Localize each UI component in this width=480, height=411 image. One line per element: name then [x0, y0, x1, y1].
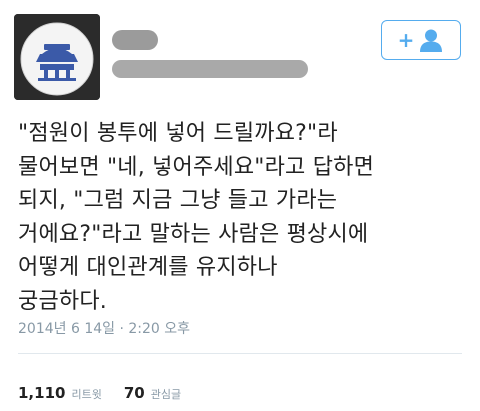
retweet-count: 1,110 — [18, 384, 66, 402]
retweet-stat[interactable]: 1,110 리트윗 — [18, 384, 102, 402]
add-user-icon — [420, 29, 443, 52]
display-name-redacted — [112, 30, 158, 50]
like-stat[interactable]: 70 관심글 — [124, 384, 181, 402]
plus-icon: + — [397, 28, 415, 52]
avatar[interactable] — [14, 14, 100, 100]
follow-button[interactable]: + — [381, 20, 461, 60]
tweet-line: 어떻게 대인관계를 유지하나 — [18, 255, 278, 280]
tweet-line: 거에요?"라고 말하는 사람은 평상시에 — [18, 221, 369, 247]
tweet-line: 궁금하다. — [18, 288, 107, 314]
tweet-text: "점원이 봉투에 넣어 드릴까요?"라 물어보면 "네, 넣어주세요"라고 답하… — [18, 117, 468, 318]
tweet-line: 되지, "그럼 지금 그냥 들고 가라는 — [18, 188, 338, 213]
tweet-timestamp[interactable]: 2014년 6 14일 · 2:20 오후 — [18, 318, 190, 338]
like-label: 관심글 — [150, 388, 182, 401]
like-count: 70 — [123, 384, 145, 402]
avatar-image — [14, 14, 100, 100]
retweet-label: 리트윗 — [71, 388, 102, 401]
tweet-line: 물어보면 "네, 넣어주세요"라고 답하면 — [18, 154, 375, 180]
divider — [18, 353, 462, 354]
user-info — [112, 30, 308, 78]
handle-redacted — [112, 60, 308, 78]
tweet-stats: 1,110 리트윗 70 관심글 — [18, 384, 181, 402]
tweet-line: "점원이 봉투에 넣어 드릴까요?"라 — [18, 121, 338, 146]
tweet-header: + — [0, 0, 480, 110]
